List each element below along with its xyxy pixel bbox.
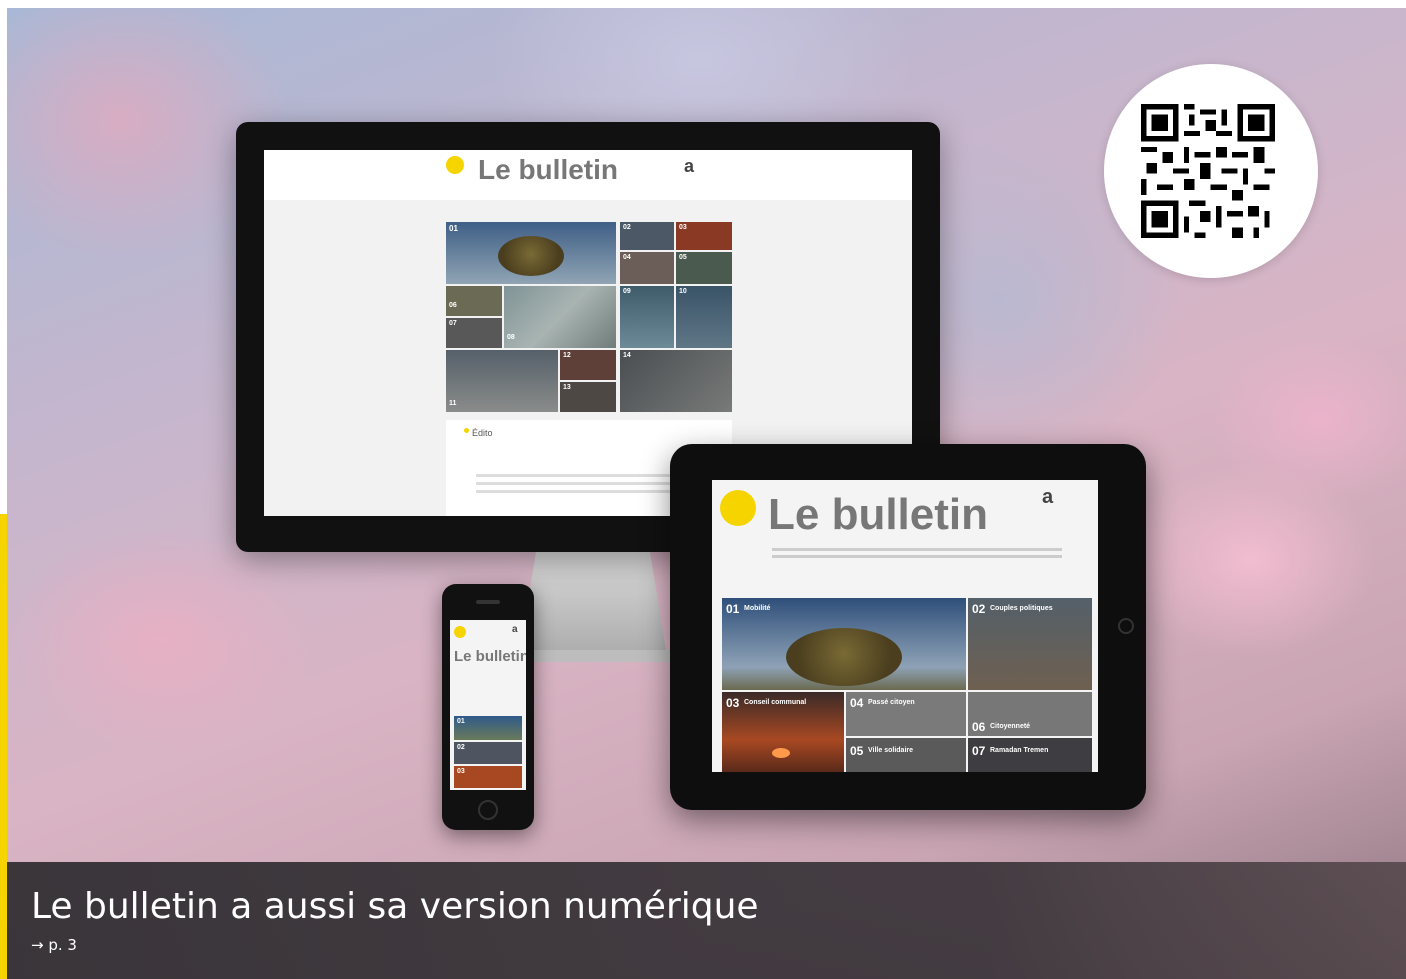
monitor-tile-num: 12	[563, 352, 571, 359]
caption-bar: Le bulletin a aussi sa version numérique…	[7, 862, 1406, 979]
phone-brand-mark: a	[512, 624, 518, 635]
tablet-tile: 04 Passé citoyen	[846, 692, 966, 736]
top-border	[0, 0, 1406, 8]
text-line	[476, 482, 696, 485]
monitor-tile: 02	[620, 222, 674, 250]
monitor-tile: 06	[446, 286, 502, 316]
tablet-tile-num: 07	[972, 744, 986, 758]
tablet-tile-label: Couples politiques	[990, 605, 1053, 612]
phone-site-title: Le bulletin	[454, 648, 526, 665]
monitor-section-dot	[464, 428, 469, 433]
phone-tile-num: 01	[457, 718, 465, 725]
smartphone-device: a Le bulletin 01 02 03	[442, 584, 534, 830]
monitor-tile: 05	[676, 252, 732, 284]
monitor-tile-num: 13	[563, 384, 571, 391]
tablet-tile-label: Ramadan Tremen	[990, 747, 1049, 754]
phone-tile-num: 03	[457, 768, 465, 775]
monitor-logo-dot	[446, 156, 464, 174]
phone-screen: a Le bulletin 01 02 03	[450, 620, 526, 790]
tablet-tile: 07 Ramadan Tremen	[968, 738, 1092, 772]
tablet-tile-label: Citoyenneté	[990, 723, 1031, 730]
tablet-tile-label: Passé citoyen	[868, 699, 915, 706]
tree-image	[498, 236, 564, 276]
monitor-tile: 12	[560, 350, 616, 380]
tablet-tile-num: 02	[972, 602, 986, 616]
caption-page-ref[interactable]: → p. 3	[31, 936, 77, 954]
tree-image	[786, 628, 902, 686]
monitor-tile: 08	[504, 286, 616, 348]
tablet-brand-mark: a	[1042, 486, 1054, 508]
tablet-tile: 02 Couples politiques	[968, 598, 1092, 690]
monitor-tile-num: 05	[679, 254, 687, 261]
phone-speaker	[476, 600, 500, 604]
monitor-tile-num: 10	[679, 288, 687, 295]
left-border	[0, 0, 7, 514]
tablet-device: Le bulletin a 01 Mobilité 02 Couples pol…	[670, 444, 1146, 810]
monitor-site-title: Le bulletin	[478, 154, 618, 185]
monitor-tile-num: 09	[623, 288, 631, 295]
monitor-stand	[518, 552, 668, 662]
tablet-tile: 03 Conseil communal	[722, 692, 844, 772]
tablet-tile-num: 01	[726, 602, 740, 616]
tablet-tile-label: Mobilité	[744, 605, 771, 612]
monitor-tile-num: 01	[449, 224, 458, 233]
tablet-tile-label: Ville solidaire	[868, 747, 914, 754]
monitor-tile: 14	[620, 350, 732, 412]
tablet-tile: 01 Mobilité	[722, 598, 966, 690]
caption-title: Le bulletin a aussi sa version numérique	[31, 886, 759, 927]
text-line	[476, 474, 696, 477]
monitor-tile-num: 14	[623, 352, 631, 359]
monitor-tile-num: 02	[623, 224, 631, 231]
tablet-tile: 05 Ville solidaire	[846, 738, 966, 772]
tablet-tile-num: 03	[726, 696, 740, 710]
tablet-tile-num: 04	[850, 696, 864, 710]
monitor-tile: 11	[446, 350, 558, 412]
tablet-tile-label: Conseil communal	[744, 699, 807, 706]
phone-tile: 02	[454, 742, 522, 764]
monitor-tile-num: 08	[507, 334, 515, 341]
sunset-image	[772, 748, 790, 758]
monitor-tile: 09	[620, 286, 674, 348]
tablet-tile-num: 05	[850, 744, 864, 758]
qr-code-icon[interactable]	[1141, 104, 1275, 238]
tablet-screen: Le bulletin a 01 Mobilité 02 Couples pol…	[712, 480, 1098, 772]
phone-tile-num: 02	[457, 744, 465, 751]
tablet-logo-dot	[720, 490, 756, 526]
monitor-tile-num: 06	[449, 302, 457, 309]
tablet-home-button	[1118, 618, 1134, 634]
monitor-tile: 13	[560, 382, 616, 412]
tablet-site-title: Le bulletin	[768, 490, 988, 539]
accent-bar	[0, 514, 7, 979]
monitor-tile: 10	[676, 286, 732, 348]
hero-image: Le bulletin a 01 02 03 04 05 06 07 08 09…	[0, 0, 1406, 979]
monitor-tile-num: 11	[449, 400, 457, 407]
monitor-brand-mark: a	[684, 156, 695, 176]
tablet-tile: 06 Citoyenneté	[968, 692, 1092, 736]
subtitle-line	[772, 555, 1062, 558]
subtitle-line	[772, 548, 1062, 551]
tablet-tile-num: 06	[972, 720, 986, 734]
monitor-tile: 03	[676, 222, 732, 250]
phone-tile: 01	[454, 716, 522, 740]
monitor-tile: 07	[446, 318, 502, 348]
monitor-tile-num: 04	[623, 254, 631, 261]
phone-logo-dot	[454, 626, 466, 638]
monitor-tile-num: 03	[679, 224, 687, 231]
monitor-tile-num: 07	[449, 320, 457, 327]
monitor-tile: 04	[620, 252, 674, 284]
phone-home-button	[478, 800, 498, 820]
monitor-section-title: Édito	[472, 428, 493, 438]
text-line	[476, 490, 696, 493]
phone-tile: 03	[454, 766, 522, 788]
monitor-site-header: Le bulletin a	[264, 150, 912, 200]
monitor-tile: 01	[446, 222, 616, 284]
